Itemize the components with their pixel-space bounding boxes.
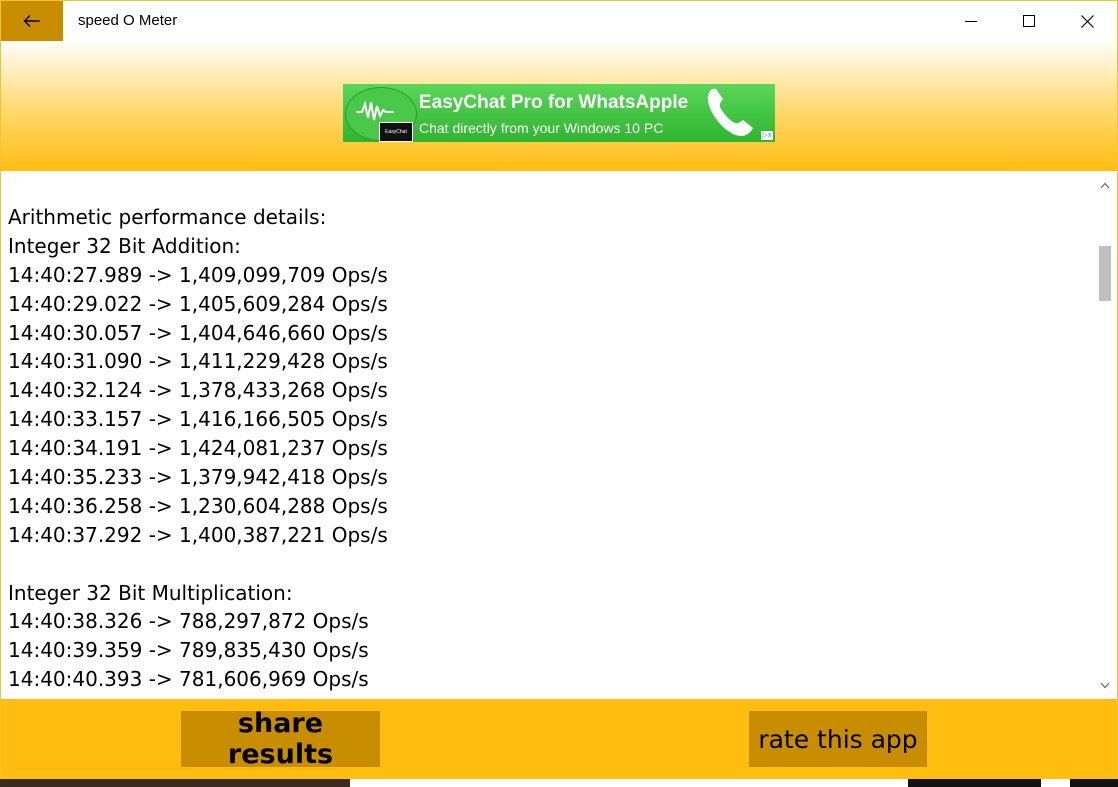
log-line: 14:40:29.022 -> 1,405,609,284 Ops/s [8, 291, 388, 316]
ad-badge: EasyChat [379, 122, 413, 142]
header-banner: EasyChat EasyChat Pro for WhatsApple Cha… [1, 41, 1117, 171]
arrow-left-icon [23, 15, 40, 27]
log-line: 14:40:37.292 -> 1,400,387,221 Ops/s [8, 522, 388, 547]
log-line: Integer 32 Bit Addition: [8, 233, 241, 258]
background-tile [908, 779, 1041, 787]
app-window: speed O Meter EasyChat EasyChat Pro for … [0, 0, 1118, 780]
vertical-scrollbar[interactable] [1093, 171, 1117, 699]
log-line: 14:40:32.124 -> 1,378,433,268 Ops/s [8, 378, 388, 403]
log-line: Integer 32 Bit Multiplication: [8, 580, 293, 605]
ad-title: EasyChat Pro for WhatsApple [419, 92, 689, 113]
log-line: 14:40:36.258 -> 1,230,604,288 Ops/s [8, 493, 388, 518]
ad-subtitle: Chat directly from your Windows 10 PC [419, 120, 664, 136]
log-line: 14:40:38.326 -> 788,297,872 Ops/s [8, 609, 369, 634]
results-panel[interactable]: Arithmetic performance details: Integer 3… [1, 171, 1117, 699]
results-log: Arithmetic performance details: Integer 3… [8, 203, 388, 694]
chevron-up-icon [1100, 182, 1110, 188]
scrollbar-thumb[interactable] [1099, 246, 1111, 301]
title-bar: speed O Meter [1, 1, 1117, 41]
scroll-down-button[interactable] [1097, 677, 1113, 693]
ad-choices-icon[interactable]: ▷x [761, 131, 773, 140]
window-title: speed O Meter [78, 12, 178, 29]
maximize-button[interactable] [1000, 1, 1058, 41]
log-line: 14:40:31.090 -> 1,411,229,428 Ops/s [8, 349, 388, 374]
close-button[interactable] [1058, 1, 1116, 41]
chevron-down-icon [1100, 682, 1110, 688]
back-button[interactable] [1, 1, 63, 41]
phone-icon [707, 88, 753, 136]
footer-bar: share results rate this app [1, 699, 1117, 779]
log-line: 14:40:33.157 -> 1,416,166,505 Ops/s [8, 407, 388, 432]
minimize-button[interactable] [942, 1, 1000, 41]
minimize-icon [965, 21, 977, 22]
share-results-button[interactable]: share results [181, 708, 380, 770]
background-tile [1070, 779, 1118, 787]
log-line: 14:40:27.989 -> 1,409,099,709 Ops/s [8, 262, 388, 287]
log-line: 14:40:40.393 -> 781,606,969 Ops/s [8, 667, 369, 692]
background-strip [0, 779, 1118, 787]
scroll-up-button[interactable] [1097, 177, 1113, 193]
log-line: 14:40:35.233 -> 1,379,942,418 Ops/s [8, 465, 388, 490]
rate-app-button[interactable]: rate this app [749, 711, 927, 767]
log-line: 14:40:34.191 -> 1,424,081,237 Ops/s [8, 436, 388, 461]
log-line: 14:40:30.057 -> 1,404,646,660 Ops/s [8, 320, 388, 345]
log-line: 14:40:39.359 -> 789,835,430 Ops/s [8, 638, 369, 663]
maximize-icon [1023, 15, 1035, 27]
advertisement-banner[interactable]: EasyChat EasyChat Pro for WhatsApple Cha… [343, 84, 775, 142]
background-tile [0, 779, 350, 787]
close-icon [1080, 14, 1094, 28]
log-line: Arithmetic performance details: [8, 205, 327, 229]
